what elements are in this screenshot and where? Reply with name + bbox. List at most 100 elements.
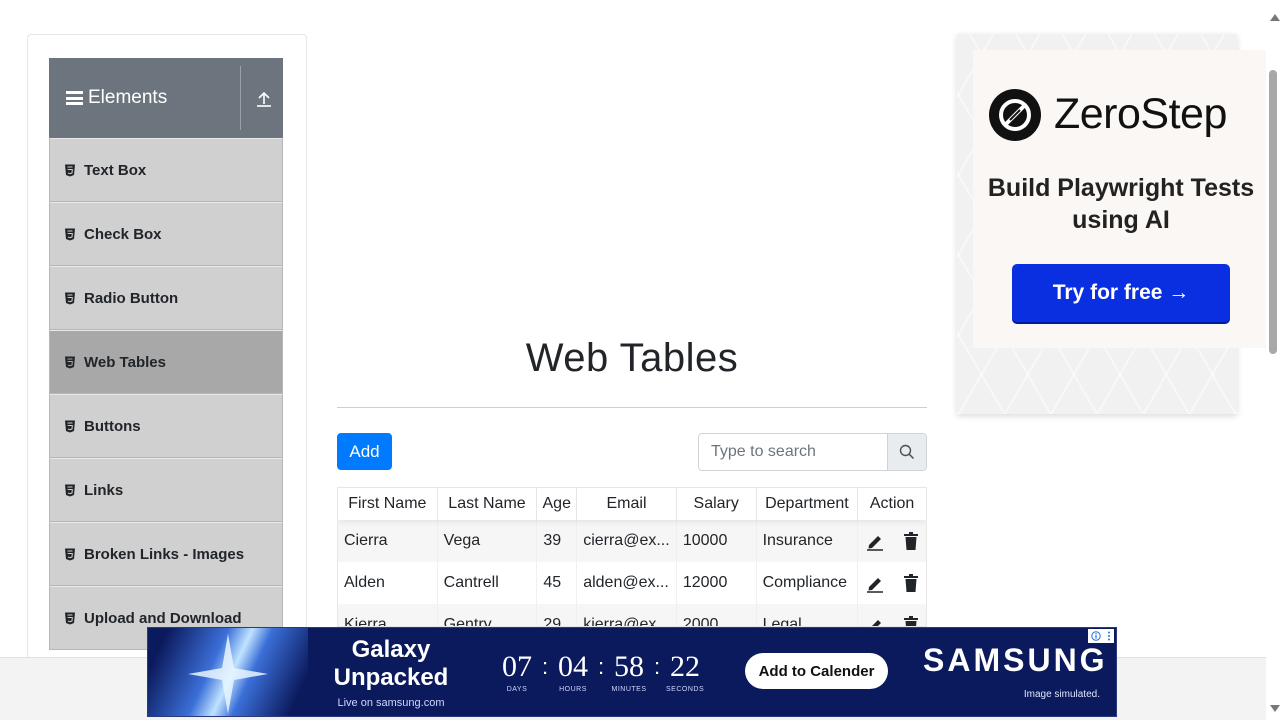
sidebar-item-label: Text Box (84, 161, 147, 179)
scroll-thumb[interactable] (1269, 70, 1277, 354)
cell-age: 29 (537, 604, 578, 626)
header-divider (240, 66, 241, 130)
cell-email: cierra@ex... (577, 520, 677, 562)
search-button[interactable] (887, 434, 926, 470)
sidebar-item-label: Links (84, 481, 124, 499)
ad-headline: Galaxy Unpacked (333, 636, 449, 691)
document-icon (64, 420, 76, 433)
sidebar-menu: Text Box Check Box Radio Button Web Tabl… (49, 138, 283, 650)
pencil-icon[interactable] (864, 530, 886, 552)
document-icon (64, 292, 76, 305)
cell-salary: 2000 (677, 604, 757, 626)
ad-subline: Live on samsung.com (337, 697, 445, 709)
group-title: Elements (88, 87, 168, 108)
countdown-label: DAYS (506, 686, 528, 693)
countdown-days: 07 DAYS (498, 650, 536, 693)
cell-first-name: Kierra (338, 604, 438, 626)
trash-icon[interactable] (900, 614, 922, 626)
cell-age: 45 (537, 562, 578, 604)
pencil-icon[interactable] (864, 572, 886, 594)
document-icon (64, 356, 76, 369)
search-icon (899, 444, 915, 460)
countdown-label: MINUTES (611, 686, 647, 693)
web-table: First Name Last Name Age Email Salary De… (337, 487, 927, 627)
scroll-up-arrow-icon[interactable] (1270, 14, 1280, 21)
sidebar-item-label: Broken Links - Images (84, 545, 245, 563)
column-header[interactable]: First Name (338, 488, 438, 520)
trash-icon[interactable] (900, 530, 922, 552)
scroll-down-arrow-icon[interactable] (1270, 705, 1280, 712)
hamburger-icon (66, 91, 83, 105)
add-to-calendar-button[interactable]: Add to Calender (745, 653, 888, 689)
samsung-brand: SAMSUNG (923, 642, 1108, 678)
pencil-icon[interactable] (864, 614, 886, 626)
document-icon (64, 484, 76, 497)
search-box (698, 433, 927, 471)
table-row: Alden Cantrell 45 alden@ex... 12000 Comp… (338, 562, 926, 604)
countdown: 07 DAYS : 04 HOURS : 58 MINUTES : 22 SEC… (498, 650, 704, 693)
cell-department: Insurance (757, 520, 859, 562)
elements-group-header[interactable]: Elements (49, 58, 283, 138)
cell-action (858, 520, 926, 562)
upload-arrow-icon[interactable] (255, 90, 273, 108)
cell-email: alden@ex... (577, 562, 677, 604)
countdown-minutes: 58 MINUTES (610, 650, 648, 693)
sidebar-item-broken-links[interactable]: Broken Links - Images (49, 522, 283, 586)
zerostep-tagline: Build Playwright Tests using AI (987, 174, 1255, 234)
countdown-seconds: 22 SECONDS (666, 650, 704, 693)
ad-disclaimer: Image simulated. (1023, 689, 1100, 700)
title-divider (337, 407, 927, 408)
countdown-value: 22 (670, 650, 700, 683)
column-header[interactable]: Email (577, 488, 677, 520)
sidebar-item-check-box[interactable]: Check Box (49, 202, 283, 266)
cell-last-name: Cantrell (438, 562, 538, 604)
sidebar-item-text-box[interactable]: Text Box (49, 138, 283, 202)
cell-department: Legal (757, 604, 859, 626)
sidebar-item-links[interactable]: Links (49, 458, 283, 522)
column-header[interactable]: Age (537, 488, 578, 520)
cell-first-name: Cierra (338, 520, 438, 562)
page-title: Web Tables (525, 336, 739, 380)
ad-choices-icon[interactable] (1088, 629, 1114, 643)
countdown-value: 07 (502, 650, 532, 683)
cell-email: kierra@ex... (577, 604, 677, 626)
add-button[interactable]: Add (337, 433, 392, 470)
countdown-label: HOURS (559, 686, 587, 693)
sidebar-item-web-tables[interactable]: Web Tables (49, 330, 283, 394)
countdown-value: 04 (558, 650, 588, 683)
sidebar-item-label: Web Tables (84, 353, 166, 371)
sidebar-item-label: Check Box (84, 225, 162, 243)
samsung-ad[interactable]: Galaxy Unpacked Live on samsung.com 07 D… (147, 627, 1117, 717)
zerostep-logo-icon (988, 88, 1042, 142)
cell-age: 39 (537, 520, 578, 562)
countdown-separator: : (653, 654, 661, 679)
sidebar-item-buttons[interactable]: Buttons (49, 394, 283, 458)
cell-first-name: Alden (338, 562, 438, 604)
search-input[interactable] (699, 434, 887, 470)
column-header[interactable]: Salary (677, 488, 757, 520)
table-header: First Name Last Name Age Email Salary De… (338, 488, 926, 520)
sparkle-icon (188, 634, 268, 714)
cell-action (858, 604, 926, 626)
document-icon (64, 228, 76, 241)
countdown-hours: 04 HOURS (554, 650, 592, 693)
zerostep-brand: ZeroStep (1054, 90, 1227, 138)
countdown-value: 58 (614, 650, 644, 683)
document-icon (64, 612, 76, 625)
sidebar-item-label: Buttons (84, 417, 141, 435)
table-row: Cierra Vega 39 cierra@ex... 10000 Insura… (338, 520, 926, 562)
page: Elements Text Box Check Box Radio Button… (0, 0, 1280, 720)
column-header[interactable]: Last Name (438, 488, 538, 520)
sidebar-item-radio-button[interactable]: Radio Button (49, 266, 283, 330)
cell-last-name: Vega (438, 520, 538, 562)
table-row: Kierra Gentry 29 kierra@ex... 2000 Legal (338, 604, 926, 626)
sidebar-item-label: Upload and Download (84, 609, 242, 627)
try-for-free-button[interactable]: Try for free → (1012, 264, 1230, 322)
document-icon (64, 548, 76, 561)
cell-last-name: Gentry (438, 604, 538, 626)
trash-icon[interactable] (900, 572, 922, 594)
cell-salary: 12000 (677, 562, 757, 604)
countdown-separator: : (597, 654, 605, 679)
cell-department: Compliance (757, 562, 859, 604)
column-header[interactable]: Department (757, 488, 859, 520)
